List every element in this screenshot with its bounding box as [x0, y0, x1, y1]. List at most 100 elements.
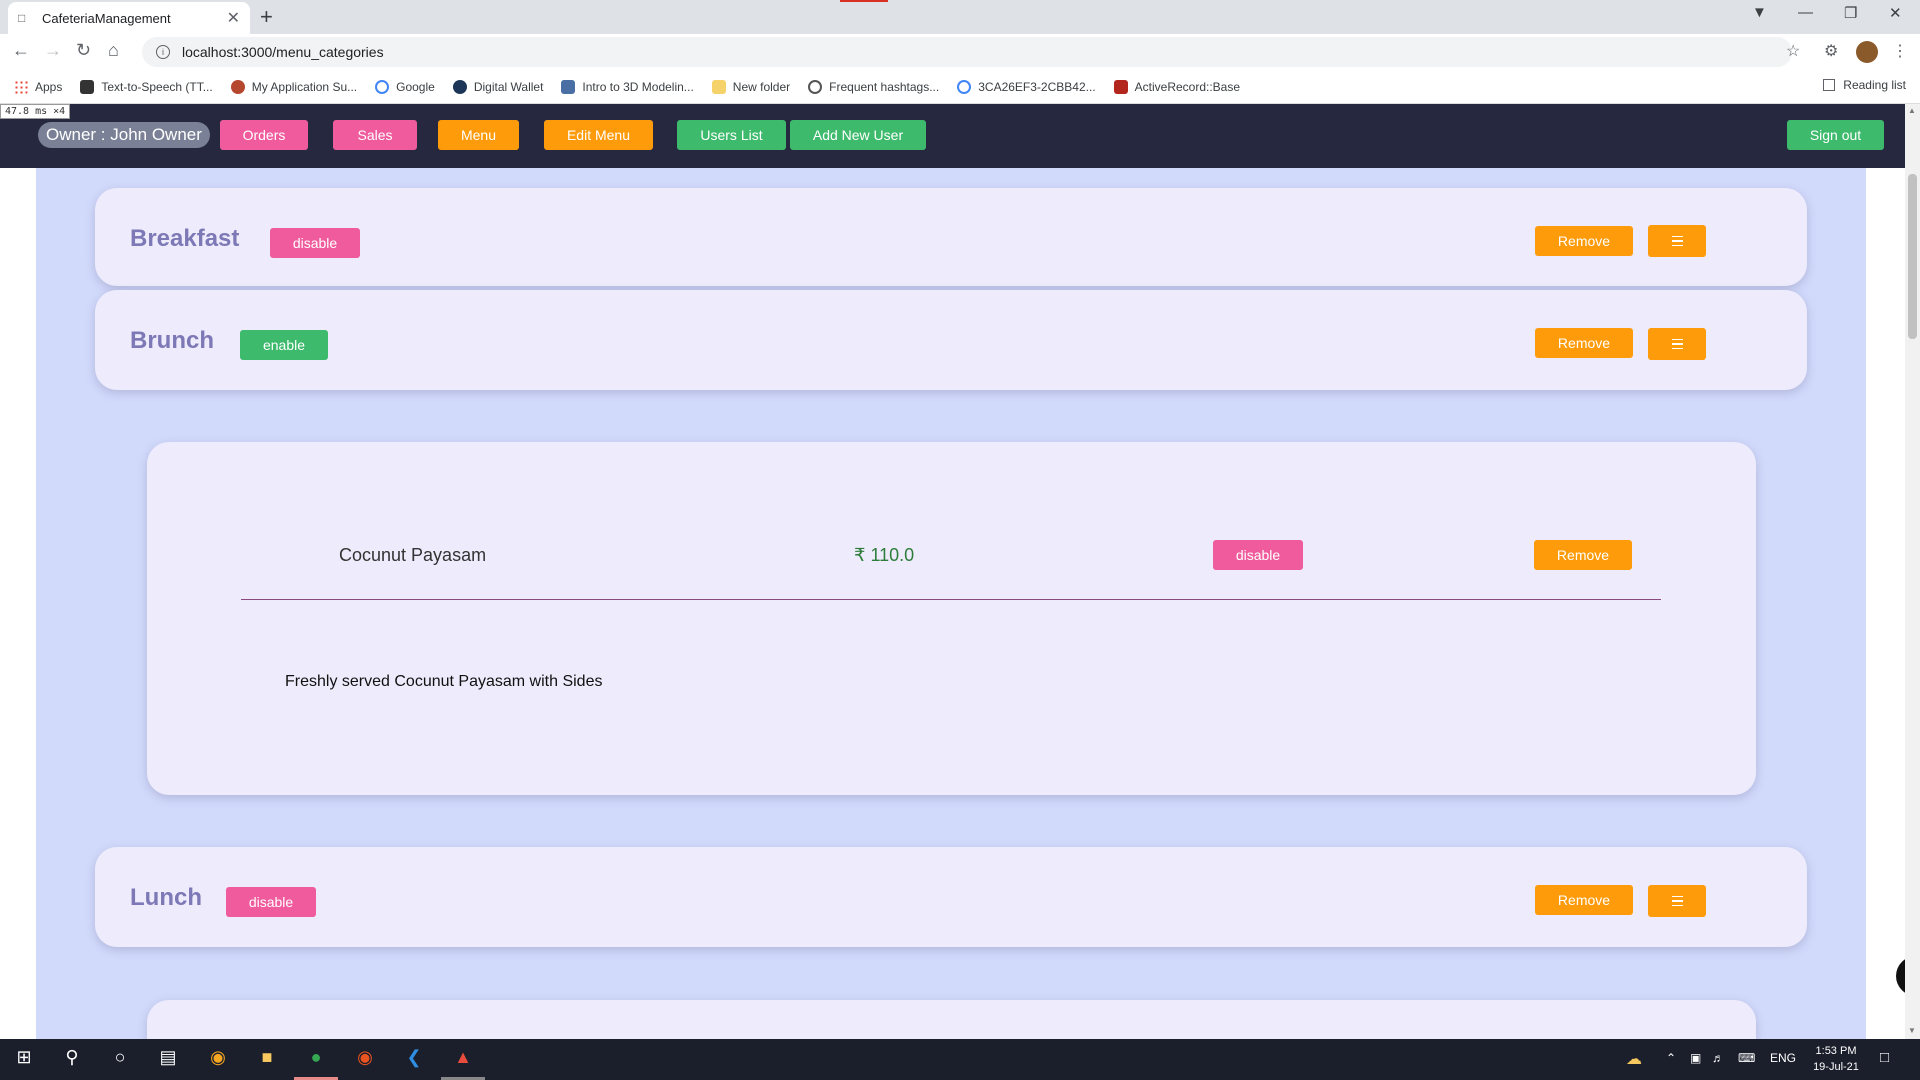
menu-toggle-icon[interactable] [1648, 328, 1706, 360]
menu-button[interactable]: Menu [438, 120, 519, 150]
folder-icon [711, 79, 726, 94]
browser-toolbar: ← → ↻ ⌂ i localhost:3000/menu_categories… [0, 34, 1920, 70]
menu-item-card-next [147, 1000, 1756, 1039]
tab-search-icon[interactable]: ▼ [1752, 4, 1767, 21]
bookmark-frequent-hashtags[interactable]: Frequent hashtags... [808, 79, 939, 94]
tab-strip: □ CafeteriaManagement ✕ + ▼ — ❐ ✕ [0, 0, 1920, 34]
bookmark-apps[interactable]: Apps [14, 79, 62, 94]
category-remove-button[interactable]: Remove [1535, 328, 1633, 358]
category-title: Brunch [130, 327, 214, 354]
address-bar[interactable]: i localhost:3000/menu_categories [142, 37, 1792, 67]
bookmark-favicon-icon [561, 79, 576, 94]
ruby-icon [1113, 79, 1128, 94]
notifications-icon[interactable]: □ [1880, 1049, 1889, 1066]
google-icon [375, 79, 390, 94]
ubuntu-icon[interactable]: ◉ [353, 1047, 377, 1071]
google-icon [957, 79, 972, 94]
item-remove-button[interactable]: Remove [1534, 540, 1632, 570]
sign-out-button[interactable]: Sign out [1787, 120, 1884, 150]
reload-icon[interactable]: ↻ [76, 40, 91, 61]
category-disable-button[interactable]: disable [270, 228, 360, 258]
users-list-button[interactable]: Users List [677, 120, 786, 150]
vscode-icon[interactable]: ❮ [402, 1047, 426, 1071]
new-tab-icon[interactable]: + [260, 4, 273, 30]
app-navbar: Owner : John Owner Orders Sales Menu Edi… [0, 104, 1905, 168]
site-info-icon[interactable]: i [156, 45, 170, 59]
restore-icon[interactable]: ❐ [1844, 4, 1857, 22]
volume-icon[interactable]: ♬ [1712, 1051, 1724, 1065]
bookmark-favicon-icon [80, 79, 95, 94]
browser-tab[interactable]: □ CafeteriaManagement ✕ [8, 2, 250, 34]
add-new-user-button[interactable]: Add New User [790, 120, 926, 150]
clock-time: 1:53 PM [1815, 1045, 1857, 1057]
chrome-menu-icon[interactable]: ⋮ [1892, 41, 1908, 61]
bookmark-google[interactable]: Google [375, 79, 435, 94]
chrome-icon[interactable]: ● [304, 1047, 328, 1071]
category-card-breakfast: Breakfast disable Remove [95, 188, 1807, 286]
item-divider [241, 599, 1661, 600]
cortana-icon[interactable]: ○ [108, 1047, 132, 1071]
close-window-icon[interactable]: ✕ [1889, 4, 1902, 22]
category-card-brunch: Brunch enable Remove [95, 290, 1807, 390]
menu-toggle-icon[interactable] [1648, 885, 1706, 917]
reading-list-icon [1823, 79, 1836, 91]
menu-toggle-icon[interactable] [1648, 225, 1706, 257]
bookmarks-bar: Apps Text-to-Speech (TT... My Applicatio… [0, 70, 1920, 104]
bookmark-favicon-icon [452, 79, 467, 94]
bookmark-3ca26ef3[interactable]: 3CA26EF3-2CBB42... [957, 79, 1096, 94]
category-remove-button[interactable]: Remove [1535, 885, 1633, 915]
sales-button[interactable]: Sales [333, 120, 417, 150]
windows-taskbar: ⊞ ⚲ ○ ▤ ◉ ■ ● ◉ ❮ ▲ ☁ ⌃ ▣ ♬ ⌨ ENG 1:53 P… [0, 1039, 1920, 1080]
item-name: Cocunut Payasam [339, 545, 487, 565]
search-icon[interactable]: ⚲ [60, 1047, 84, 1071]
bookmark-new-folder[interactable]: New folder [711, 79, 790, 94]
reading-list[interactable]: Reading list [1823, 78, 1906, 92]
orders-button[interactable]: Orders [220, 120, 308, 150]
network-icon[interactable]: ▣ [1690, 1051, 1701, 1065]
blender-icon[interactable]: ◉ [206, 1047, 230, 1071]
url-text: localhost:3000/menu_categories [182, 44, 384, 60]
clock-date: 19-Jul-21 [1813, 1061, 1859, 1073]
bookmark-star-icon[interactable]: ☆ [1786, 41, 1800, 61]
scroll-down-icon[interactable]: ▼ [1908, 1026, 1916, 1035]
scrollbar-thumb[interactable] [1908, 174, 1917, 339]
bookmark-intro-3d[interactable]: Intro to 3D Modelin... [561, 79, 694, 94]
back-icon[interactable]: ← [12, 40, 30, 61]
bookmark-text-to-speech[interactable]: Text-to-Speech (TT... [80, 79, 213, 94]
edit-menu-button[interactable]: Edit Menu [544, 120, 653, 150]
bookmark-activerecord[interactable]: ActiveRecord::Base [1113, 79, 1240, 94]
tray-chevron-icon[interactable]: ⌃ [1666, 1051, 1676, 1065]
scroll-up-icon[interactable]: ▲ [1908, 106, 1916, 115]
bookmark-my-application[interactable]: My Application Su... [230, 79, 357, 94]
bookmark-favicon-icon [230, 79, 245, 94]
item-price: ₹ 110.0 [854, 545, 915, 565]
profile-avatar[interactable] [1856, 41, 1878, 63]
home-icon[interactable]: ⌂ [108, 40, 119, 61]
recording-indicator [840, 0, 888, 2]
minimize-icon[interactable]: — [1798, 4, 1813, 21]
apps-grid-icon [14, 79, 28, 94]
category-enable-button[interactable]: enable [240, 330, 328, 360]
globe-icon [808, 79, 823, 94]
forward-icon[interactable]: → [44, 40, 62, 61]
language-indicator[interactable]: ENG [1770, 1051, 1796, 1065]
extensions-icon[interactable]: ⚙ [1824, 41, 1838, 61]
category-title: Lunch [130, 884, 202, 911]
windows-start-icon[interactable]: ⊞ [12, 1047, 36, 1071]
app-icon[interactable]: ▲ [451, 1047, 475, 1071]
weather-icon[interactable]: ☁ [1626, 1049, 1642, 1069]
task-view-icon[interactable]: ▤ [156, 1047, 180, 1071]
category-disable-button[interactable]: disable [226, 887, 316, 917]
menu-item-card: Cocunut Payasam ₹ 110.0 disable Remove F… [147, 442, 1756, 795]
close-tab-icon[interactable]: ✕ [227, 8, 240, 28]
owner-badge: Owner : John Owner [38, 122, 210, 148]
taskbar-clock[interactable]: 1:53 PM 19-Jul-21 [1808, 1043, 1864, 1075]
item-disable-button[interactable]: disable [1213, 540, 1303, 570]
bookmark-digital-wallet[interactable]: Digital Wallet [452, 79, 543, 94]
page-scrollbar[interactable]: ▲ ▼ [1905, 104, 1920, 1039]
keyboard-icon[interactable]: ⌨ [1738, 1051, 1755, 1065]
file-explorer-icon[interactable]: ■ [255, 1047, 279, 1071]
page-viewport: Owner : John Owner Orders Sales Menu Edi… [0, 104, 1920, 1039]
tab-title: CafeteriaManagement [42, 10, 171, 26]
category-remove-button[interactable]: Remove [1535, 226, 1633, 256]
